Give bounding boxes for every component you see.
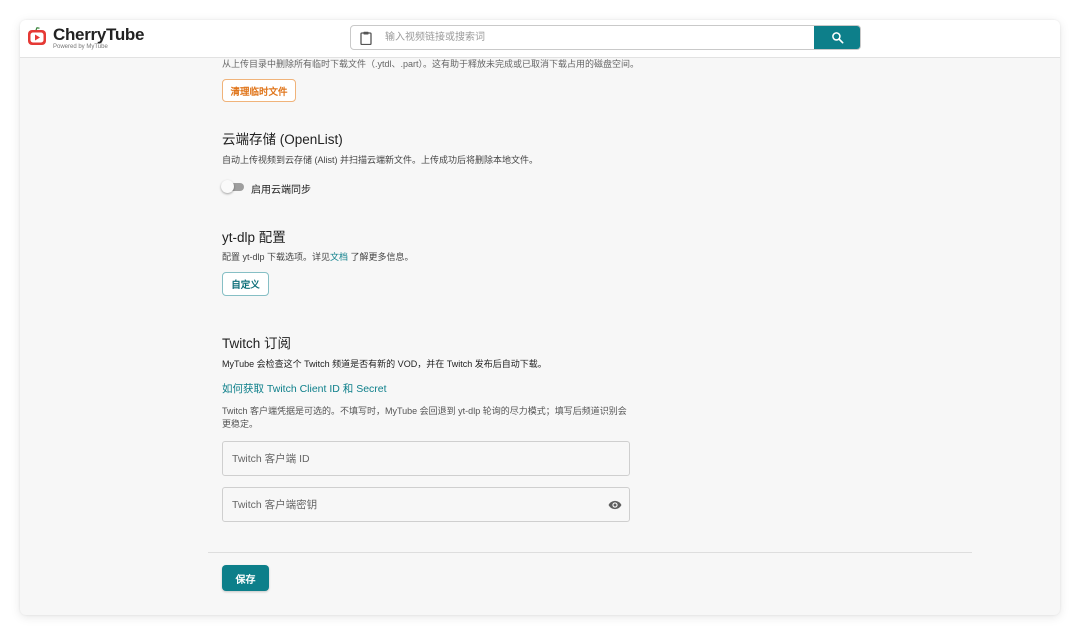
- search-bar: [350, 25, 861, 50]
- ytdlp-desc-prefix: 配置 yt-dlp 下载选项。详见: [222, 252, 331, 262]
- footer-divider: [208, 552, 972, 553]
- app-window: 从上传目录中删除所有临时下载文件（.ytdl、.part）。这有助于释放未完成或…: [20, 20, 1060, 615]
- save-button[interactable]: 保存: [222, 565, 269, 591]
- twitch-client-secret-input[interactable]: [223, 488, 629, 521]
- app-name: CherryTube: [53, 25, 145, 44]
- ytdlp-config-description: 配置 yt-dlp 下载选项。详见文档 了解更多信息。: [222, 250, 414, 263]
- cherrytube-logo-icon: [28, 27, 46, 45]
- clipboard-icon[interactable]: [351, 26, 381, 49]
- cloud-sync-label: 启用云端同步: [251, 185, 311, 196]
- search-input[interactable]: [381, 26, 814, 49]
- show-password-eye-icon[interactable]: [607, 498, 623, 512]
- ytdlp-config-title: yt-dlp 配置: [222, 230, 286, 245]
- cleanup-description: 从上传目录中删除所有临时下载文件（.ytdl、.part）。这有助于释放未完成或…: [222, 59, 640, 69]
- twitch-credentials-note: Twitch 客户端凭据是可选的。不填写时，MyTube 会回退到 yt-dlp…: [222, 406, 627, 429]
- settings-content: 从上传目录中删除所有临时下载文件（.ytdl、.part）。这有助于释放未完成或…: [20, 20, 1060, 615]
- search-icon: [831, 32, 843, 44]
- app-subtitle: Powered by MyTube: [53, 44, 108, 50]
- customize-button[interactable]: 自定义: [222, 272, 269, 296]
- top-header: CherryTube Powered by MyTube: [20, 20, 1060, 58]
- twitch-description: MyTube 会检查这个 Twitch 频道是否有新的 VOD，并在 Twitc…: [222, 359, 547, 369]
- cloud-storage-description: 自动上传视频到云存储 (Alist) 并扫描云端新文件。上传成功后将删除本地文件…: [222, 155, 538, 165]
- cloud-sync-toggle[interactable]: [221, 180, 245, 193]
- twitch-subscription-title: Twitch 订阅: [222, 336, 292, 351]
- twitch-credentials-help-link[interactable]: 如何获取 Twitch Client ID 和 Secret: [222, 381, 387, 396]
- docs-link[interactable]: 文档: [330, 252, 348, 262]
- twitch-client-secret-field[interactable]: [222, 487, 630, 522]
- clean-temp-files-button[interactable]: 清理临时文件: [222, 79, 296, 102]
- app-logo[interactable]: CherryTube Powered by MyTube: [27, 26, 144, 50]
- toggle-thumb: [221, 180, 234, 193]
- logo-text: CherryTube Powered by MyTube: [53, 26, 144, 50]
- cloud-storage-title: 云端存储 (OpenList): [222, 132, 343, 147]
- twitch-client-id-field[interactable]: [222, 441, 630, 476]
- twitch-client-id-input[interactable]: [223, 442, 629, 475]
- ytdlp-desc-suffix: 了解更多信息。: [350, 252, 414, 262]
- search-button[interactable]: [814, 26, 860, 49]
